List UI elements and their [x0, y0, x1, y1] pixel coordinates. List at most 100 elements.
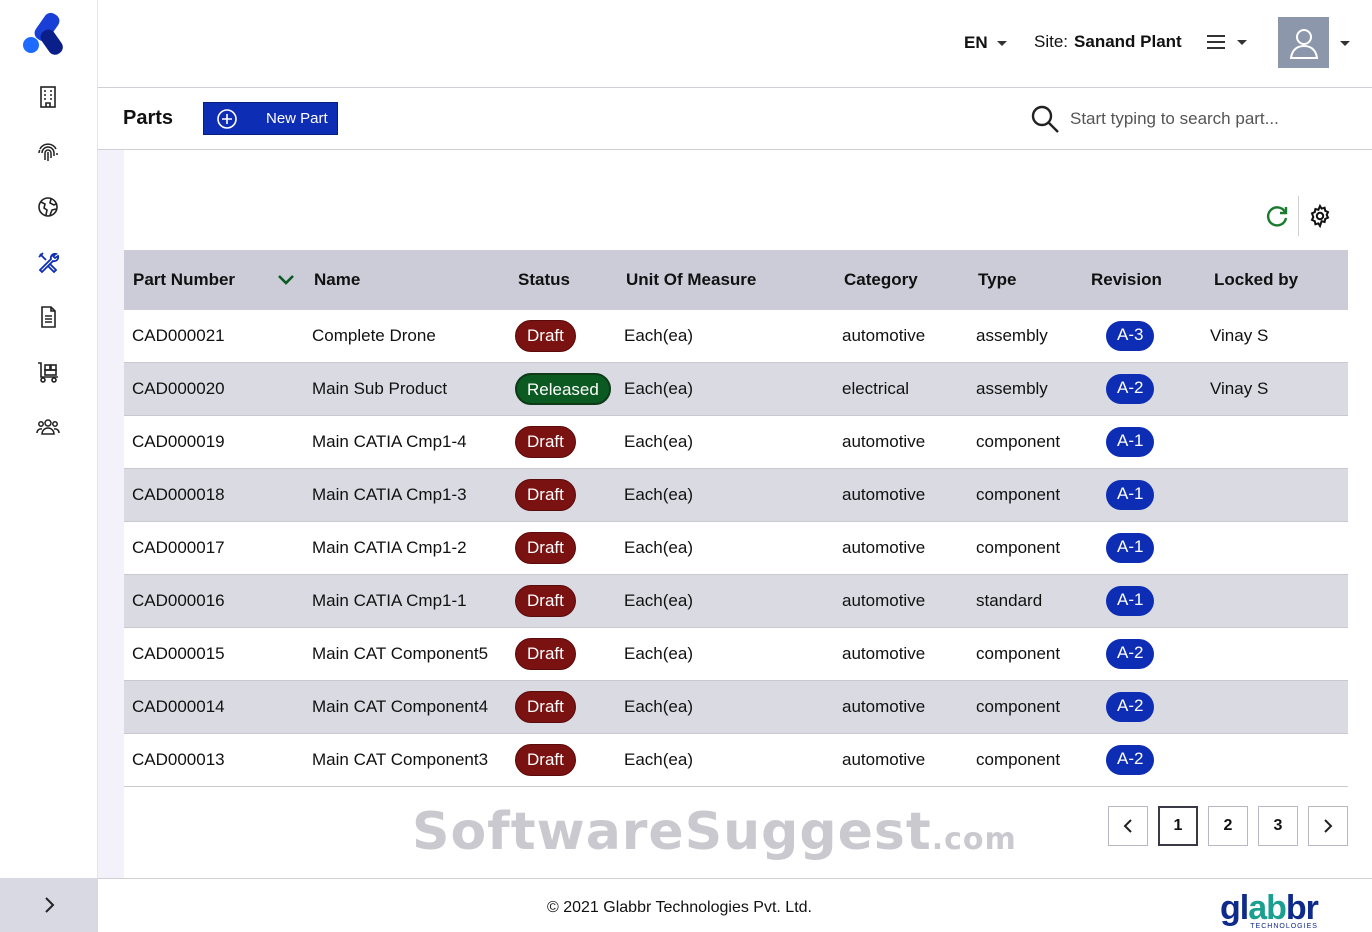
revision-badge: A-2 — [1106, 692, 1155, 722]
user-menu[interactable] — [1278, 17, 1351, 68]
brand-suffix: br — [1285, 889, 1319, 927]
cell-uom: Each(ea) — [624, 326, 693, 345]
chevron-down-icon[interactable] — [277, 274, 295, 286]
page-button-1[interactable]: 1 — [1158, 806, 1198, 846]
cell-type: standard — [976, 591, 1043, 610]
watermark-suffix: .com — [931, 822, 1017, 857]
page-title: Parts — [123, 107, 174, 129]
cell-revision: A-1 — [1092, 480, 1206, 510]
status-badge: Draft — [515, 744, 576, 776]
search-bar — [1030, 104, 1310, 134]
table-row[interactable]: CAD000015 Main CAT Component5 Draft Each(ea… — [124, 628, 1348, 681]
cell-part-number[interactable]: CAD000021 — [124, 326, 306, 346]
column-header-uom[interactable]: Unit Of Measure — [619, 270, 841, 290]
app-logo[interactable] — [22, 12, 68, 56]
cell-name: Main CAT Component5 — [312, 644, 489, 663]
page-button-2[interactable]: 2 — [1208, 806, 1248, 846]
copyright-text: © 2021 Glabbr Technologies Pvt. Ltd. — [547, 899, 812, 916]
revision-badge: A-2 — [1106, 639, 1155, 669]
cell-type: component — [976, 644, 1061, 663]
table-row[interactable]: CAD000020 Main Sub Product Released Each(ea… — [124, 363, 1348, 416]
search-icon[interactable] — [1030, 104, 1060, 134]
refresh-icon — [1266, 206, 1288, 227]
column-header-status[interactable]: Status — [507, 270, 619, 290]
menu-button[interactable] — [1206, 34, 1248, 50]
cell-category: automotive — [842, 485, 926, 504]
cell-part-number[interactable]: CAD000017 — [124, 538, 306, 558]
column-header-type[interactable]: Type — [975, 270, 1091, 290]
cell-part-number[interactable]: CAD000013 — [124, 750, 306, 770]
cell-status: Draft — [508, 638, 620, 670]
building-icon[interactable] — [34, 83, 62, 111]
cell-type: component — [976, 538, 1061, 557]
cell-category: automotive — [842, 750, 926, 769]
globe-icon[interactable] — [34, 193, 62, 221]
brand-prefix: gl — [1220, 889, 1249, 927]
cell-uom: Each(ea) — [624, 750, 693, 769]
column-header-revision[interactable]: Revision — [1091, 270, 1205, 290]
refresh-button[interactable] — [1262, 201, 1292, 231]
status-badge: Released — [515, 373, 611, 405]
cell-name: Main CATIA Cmp1-2 — [312, 538, 467, 557]
cell-revision: A-2 — [1092, 692, 1206, 722]
status-badge: Draft — [515, 691, 576, 723]
fingerprint-icon[interactable] — [34, 138, 62, 166]
cell-status: Draft — [508, 532, 620, 564]
table-row[interactable]: CAD000013 Main CAT Component3 Draft Each(ea… — [124, 734, 1348, 787]
cell-type: component — [976, 432, 1061, 451]
search-input[interactable] — [1070, 109, 1310, 129]
cell-part-number[interactable]: CAD000014 — [124, 697, 306, 717]
brand-logo: glabbr TECHNOLOGIES — [1220, 891, 1319, 930]
table-row[interactable]: CAD000021 Complete Drone Draft Each(ea) auto… — [124, 310, 1348, 363]
caret-down-icon — [1237, 40, 1247, 45]
status-badge: Draft — [515, 638, 576, 670]
chevron-left-icon — [1123, 819, 1132, 833]
table-row[interactable]: CAD000017 Main CATIA Cmp1-2 Draft Each(ea) a… — [124, 522, 1348, 575]
cell-part-number[interactable]: CAD000016 — [124, 591, 306, 611]
table-row[interactable]: CAD000014 Main CAT Component4 Draft Each(ea… — [124, 681, 1348, 734]
document-icon[interactable] — [34, 303, 62, 331]
table-row[interactable]: CAD000019 Main CATIA Cmp1-4 Draft Each(ea) a… — [124, 416, 1348, 469]
watermark-main: SoftwareSuggest — [412, 802, 932, 862]
avatar[interactable] — [1278, 17, 1329, 68]
cell-uom: Each(ea) — [624, 485, 693, 504]
expand-sidebar-button[interactable] — [0, 878, 98, 932]
cell-revision: A-3 — [1092, 321, 1206, 351]
prev-page-button[interactable] — [1108, 806, 1148, 846]
new-part-button[interactable]: New Part — [203, 102, 338, 135]
cell-uom: Each(ea) — [624, 591, 693, 610]
page-button-3[interactable]: 3 — [1258, 806, 1298, 846]
cell-status: Draft — [508, 585, 620, 617]
user-icon — [1289, 28, 1318, 59]
cell-uom: Each(ea) — [624, 432, 693, 451]
caret-down-icon — [996, 41, 1007, 46]
cell-type: component — [976, 697, 1061, 716]
site-indicator[interactable]: Site: Sanand Plant — [1034, 32, 1182, 52]
cell-part-number[interactable]: CAD000020 — [124, 379, 306, 399]
users-icon[interactable] — [34, 413, 62, 441]
table-settings-button[interactable] — [1305, 201, 1335, 231]
tools-icon[interactable] — [34, 248, 62, 276]
gear-icon — [1310, 204, 1330, 228]
revision-badge: A-1 — [1106, 586, 1155, 616]
cell-category: automotive — [842, 538, 926, 557]
cell-part-number[interactable]: CAD000019 — [124, 432, 306, 452]
cell-part-number[interactable]: CAD000018 — [124, 485, 306, 505]
column-header-category[interactable]: Category — [841, 270, 975, 290]
cell-name: Main CATIA Cmp1-3 — [312, 485, 467, 504]
cell-uom: Each(ea) — [624, 644, 693, 663]
table-row[interactable]: CAD000018 Main CATIA Cmp1-3 Draft Each(ea) a… — [124, 469, 1348, 522]
forklift-icon[interactable] — [34, 358, 62, 386]
status-badge: Draft — [515, 532, 576, 564]
table-row[interactable]: CAD000016 Main CATIA Cmp1-1 Draft Each(ea) a… — [124, 575, 1348, 628]
next-page-button[interactable] — [1308, 806, 1348, 846]
cell-name: Main CATIA Cmp1-1 — [312, 591, 467, 610]
column-header-locked-by[interactable]: Locked by — [1205, 270, 1345, 290]
column-header-part-number[interactable]: Part Number — [124, 270, 305, 290]
cell-status: Draft — [508, 320, 620, 352]
cell-revision: A-1 — [1092, 586, 1206, 616]
cell-part-number[interactable]: CAD000015 — [124, 644, 306, 664]
column-header-name[interactable]: Name — [305, 270, 507, 290]
language-selector[interactable]: EN — [964, 33, 1008, 53]
plus-circle-icon — [204, 108, 250, 130]
